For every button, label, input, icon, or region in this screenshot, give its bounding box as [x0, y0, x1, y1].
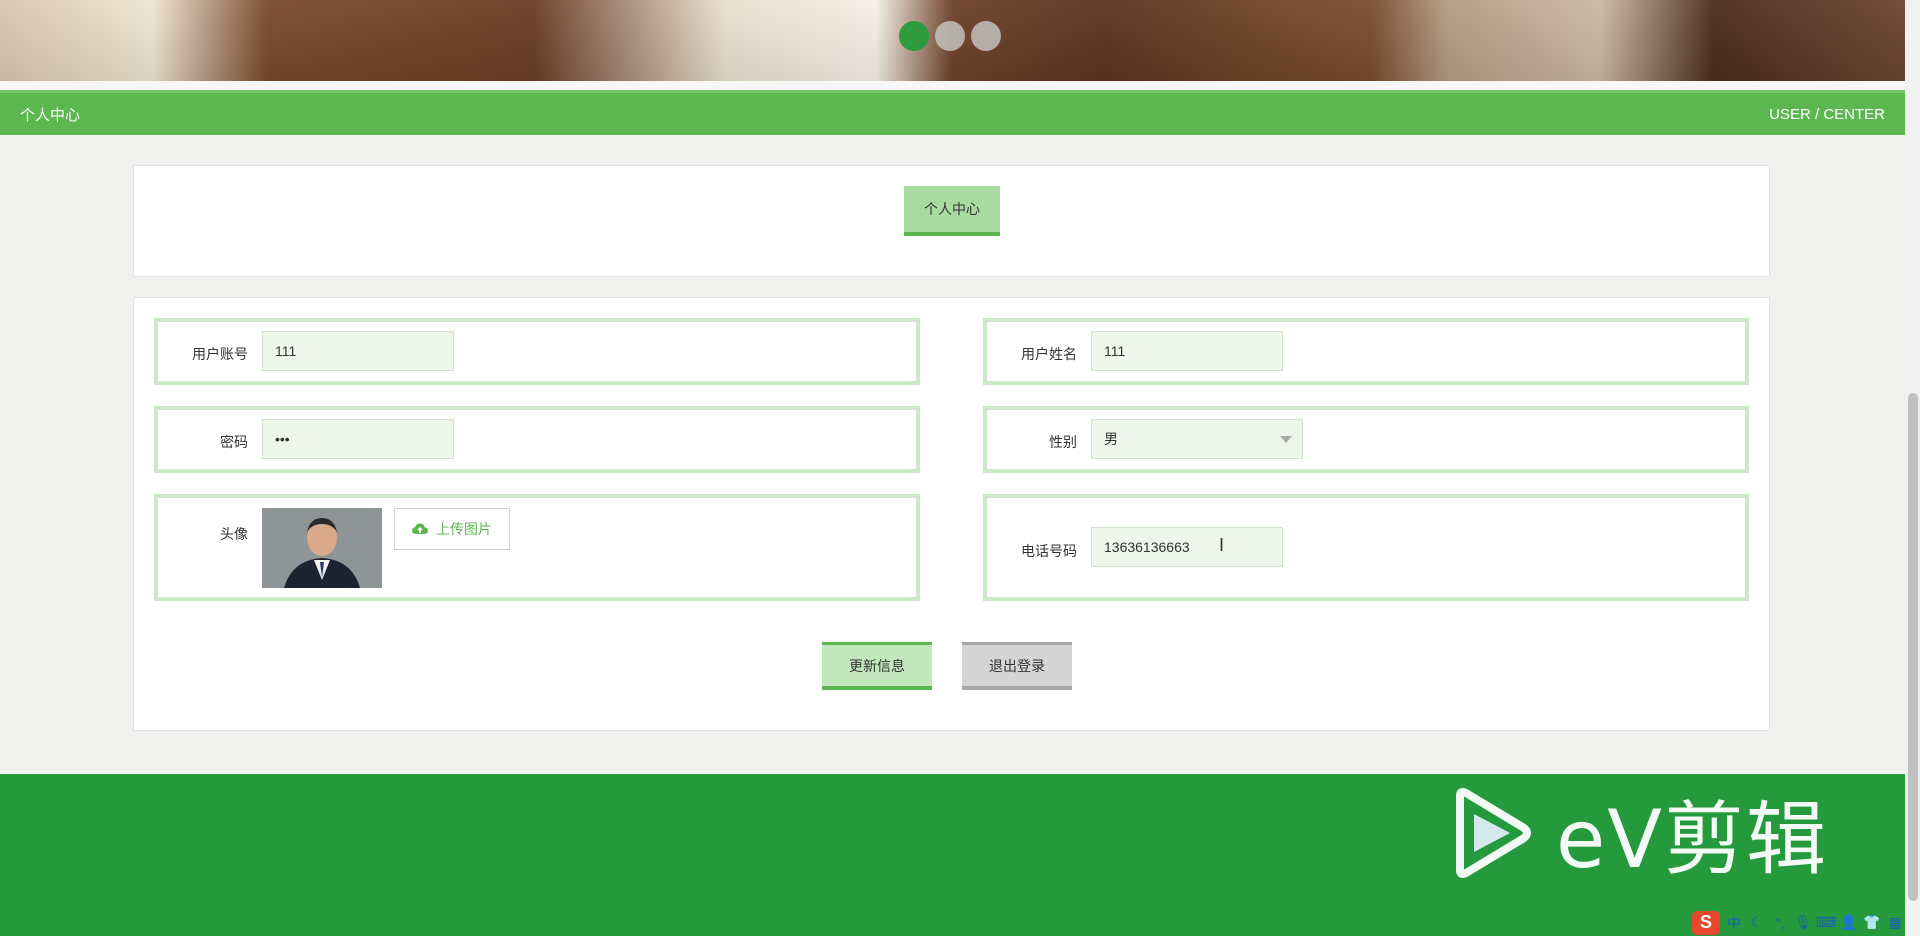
- gender-select[interactable]: 男: [1091, 419, 1303, 459]
- page-scrollbar-thumb[interactable]: [1908, 393, 1918, 901]
- name-label: 用户姓名: [1021, 346, 1077, 362]
- punctuation-icon[interactable]: °,: [1771, 914, 1789, 932]
- play-logo-icon: [1456, 788, 1531, 878]
- name-field: 用户姓名 111: [983, 318, 1749, 385]
- cloud-upload-icon: [412, 523, 428, 534]
- banner-divider: [0, 81, 1905, 90]
- carousel-dot-2[interactable]: [935, 21, 965, 51]
- upload-image-label: 上传图片: [436, 521, 492, 537]
- password-label: 密码: [220, 434, 248, 450]
- phone-input[interactable]: 13636136663: [1091, 527, 1283, 567]
- account-label: 用户账号: [192, 346, 248, 362]
- ime-language-toggle[interactable]: 中: [1725, 914, 1743, 932]
- name-input[interactable]: 111: [1091, 331, 1283, 371]
- chevron-down-icon: [1280, 436, 1292, 443]
- gender-label: 性别: [1049, 434, 1077, 450]
- section-title-bar: 个人中心 USER / CENTER: [0, 90, 1905, 135]
- avatar-label: 头像: [220, 526, 248, 542]
- watermark-text: eV剪辑: [1556, 793, 1828, 886]
- phone-field: 电话号码 13636136663: [983, 494, 1749, 601]
- account-field: 用户账号 111: [154, 318, 920, 385]
- text-cursor-icon: I: [1219, 535, 1225, 555]
- update-info-button[interactable]: 更新信息: [822, 642, 932, 690]
- upload-image-button[interactable]: 上传图片: [394, 508, 510, 550]
- ime-toolbar: S 中 ☾ °, 🎙 ⌨ 👤 👕 ▦: [1692, 909, 1904, 936]
- ev-watermark: eV剪辑: [1452, 775, 1828, 891]
- avatar-portrait-icon: [262, 508, 382, 588]
- logout-button[interactable]: 退出登录: [962, 642, 1072, 690]
- microphone-icon[interactable]: 🎙: [1794, 914, 1812, 932]
- page-heading-tab[interactable]: 个人中心: [904, 186, 1000, 236]
- password-input[interactable]: •••: [262, 419, 454, 459]
- carousel-dot-1[interactable]: [899, 21, 929, 51]
- section-title: 个人中心: [20, 106, 81, 124]
- account-input[interactable]: 111: [262, 331, 454, 371]
- keyboard-icon[interactable]: ⌨: [1816, 914, 1836, 932]
- skin-icon[interactable]: 👕: [1863, 914, 1881, 932]
- sogou-logo-icon[interactable]: S: [1692, 910, 1720, 935]
- gender-selected-value: 男: [1104, 431, 1118, 447]
- moon-icon[interactable]: ☾: [1748, 914, 1766, 932]
- phone-label: 电话号码: [1021, 543, 1077, 559]
- password-field: 密码 •••: [154, 406, 920, 473]
- section-title-en: USER / CENTER: [1769, 105, 1885, 123]
- carousel-dots: [899, 21, 1001, 51]
- avatar-field: 头像 上传图片: [154, 494, 920, 601]
- gender-field: 性别 男: [983, 406, 1749, 473]
- user-icon[interactable]: 👤: [1840, 914, 1858, 932]
- avatar-image: [262, 508, 382, 588]
- carousel-dot-3[interactable]: [971, 21, 1001, 51]
- grid-menu-icon[interactable]: ▦: [1886, 914, 1904, 932]
